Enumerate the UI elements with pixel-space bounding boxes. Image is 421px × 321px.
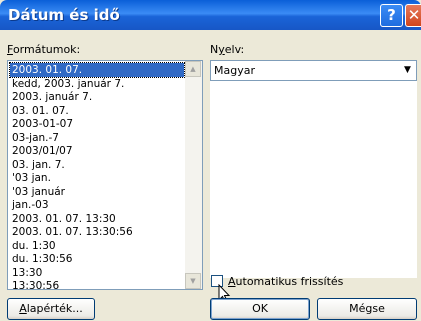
formats-label: Formátumok: xyxy=(7,43,81,56)
help-button[interactable]: ? xyxy=(380,4,403,27)
format-list-item[interactable]: 2003-01-07 xyxy=(10,117,75,131)
format-list-item[interactable]: du. 1:30:56 xyxy=(10,252,74,266)
format-list-item[interactable]: 2003/01/07 xyxy=(10,144,75,158)
format-list-item[interactable]: jan.-03 xyxy=(10,198,51,212)
close-button[interactable]: ✕ xyxy=(405,4,421,27)
format-list-item[interactable]: 03-jan.-7 xyxy=(10,131,61,145)
cancel-button[interactable]: Mégse xyxy=(317,298,417,320)
language-label: Nyelv: xyxy=(210,43,245,56)
ok-button[interactable]: OK xyxy=(210,298,310,320)
format-list-item[interactable]: 2003. 01. 07. 13:30:56 xyxy=(10,225,135,239)
format-list-item[interactable]: '03 jan. xyxy=(10,171,53,185)
format-list-item[interactable]: 03. 01. 07. xyxy=(10,104,71,118)
format-list-item[interactable]: 13:30:56 xyxy=(10,279,61,289)
chevron-down-icon[interactable]: ▼ xyxy=(400,62,415,79)
language-panel xyxy=(210,81,417,278)
scroll-up-arrow-icon[interactable]: ▲ xyxy=(185,61,201,77)
dialog-title: Dátum és idő xyxy=(8,6,120,24)
format-list-item[interactable]: 03. jan. 7. xyxy=(10,158,67,172)
format-list-item[interactable]: du. 1:30 xyxy=(10,239,58,253)
language-value: Magyar xyxy=(214,64,255,77)
format-list-item[interactable]: 2003. január 7. xyxy=(10,90,94,104)
format-list-item[interactable]: 13:30 xyxy=(10,266,44,280)
default-button[interactable]: Alapérték... xyxy=(7,298,95,320)
format-list-item[interactable]: '03 január xyxy=(10,185,67,199)
date-time-dialog: Dátum és idő ? ✕ Formátumok: 2003. 01. 0… xyxy=(0,0,421,321)
format-list-item[interactable]: kedd, 2003. január 7. xyxy=(10,77,126,91)
language-dropdown[interactable]: Magyar ▼ xyxy=(210,60,417,81)
format-list-item[interactable]: 2003. 01. 07. xyxy=(9,62,185,78)
title-bar: Dátum és idő ? ✕ xyxy=(0,0,421,30)
formats-scrollbar[interactable]: ▲ ▼ xyxy=(185,61,202,289)
format-list-item[interactable]: 2003. 01. 07. 13:30 xyxy=(10,212,118,226)
formats-listbox[interactable]: 2003. 01. 07. kedd, 2003. január 7. 2003. … xyxy=(7,60,203,290)
auto-update-label[interactable]: Automatikus frissítés xyxy=(228,275,343,288)
scroll-down-arrow-icon[interactable]: ▼ xyxy=(185,273,201,289)
